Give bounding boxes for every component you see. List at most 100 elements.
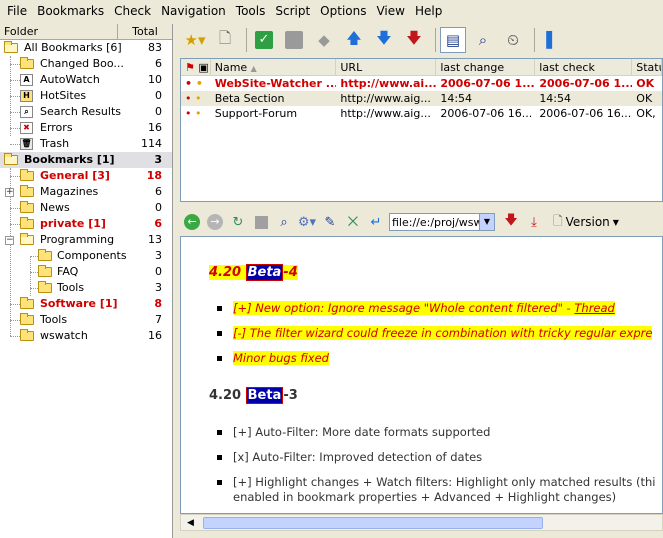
menu-bar: File Bookmarks Check Navigation Tools Sc… [0,0,663,22]
column-total[interactable]: Total [118,24,172,39]
menu-script[interactable]: Script [270,0,315,22]
changed-folder-icon [20,57,34,69]
check-icon[interactable]: ✓ [251,27,277,53]
folder-all-bookmarks[interactable]: All Bookmarks [6] 83 [0,40,172,56]
folder-autowatch[interactable]: A AutoWatch 10 [0,72,172,88]
folder-software[interactable]: Software [1] 8 [0,296,172,312]
list-item: [-] The filter wizard could freeze in co… [217,326,653,340]
folder-private[interactable]: private [1] 6 [0,216,172,232]
column-folder[interactable]: Folder [0,24,118,39]
folder-icon [20,201,34,213]
check-options-icon[interactable]: ◆ [311,27,337,53]
cell-url: http://www.aig... [340,107,431,120]
menu-check[interactable]: Check [109,0,156,22]
edit-icon[interactable]: ✎ [320,212,340,232]
folder-tools[interactable]: Tools 7 [0,312,172,328]
scheduler-icon[interactable]: ⏲ [500,27,526,53]
folder-hotsites[interactable]: H HotSites 0 [0,88,172,104]
arrow-down-icon[interactable]: 🡇 [371,27,397,53]
address-field[interactable]: file://e:/proj/wsw... ▼ [389,213,495,231]
scroll-left-icon[interactable]: ◀ [183,517,198,529]
folder-trash[interactable]: 🗑 Trash 114 [0,136,172,152]
next-change-icon[interactable]: 🡇 [501,212,521,232]
forward-icon[interactable]: → [205,212,225,232]
menu-file[interactable]: File [2,0,32,22]
folder-news[interactable]: News 0 [0,200,172,216]
column-name[interactable]: Name ▲ [211,59,337,75]
version-button[interactable]: 🗋 Version ▼ [553,212,619,233]
folder-icon [20,313,34,325]
table-row[interactable]: • • WebSite-Watcher ... http://www.ai...… [181,76,662,91]
folder-magazines[interactable]: + Magazines 6 [0,184,172,200]
filter-icon[interactable]: ⨉ [343,212,363,232]
column-last-change[interactable]: last change [436,59,536,75]
browser-toolbar: ← → ↻ ⌕ ⚙▾ ✎ ⨉ ↵ file://e:/proj/wsw... ▼… [180,209,663,235]
last-change-icon[interactable]: ⤓ [524,212,544,232]
list-item: [+] New option: Ignore message "Whole co… [217,301,615,315]
table-row[interactable]: • • Support-Forum http://www.aig... 2006… [181,106,662,121]
folder-faq[interactable]: FAQ 0 [0,264,172,280]
menu-options[interactable]: Options [315,0,371,22]
folder-errors[interactable]: ✖ Errors 16 [0,120,172,136]
pane-layout-icon[interactable]: ▌ [539,27,565,53]
stop-icon[interactable] [281,27,307,53]
list-item-continuation: enabled in bookmark properties + Advance… [233,490,617,504]
chevron-down-icon[interactable]: ▼ [479,214,494,230]
row-markers: • • [185,92,202,105]
cell-name: WebSite-Watcher ... [214,77,337,90]
folder-icon [20,297,34,309]
column-flags[interactable]: ⚑ ▣ [181,59,211,75]
cell-last-check: 14:54 [539,92,572,105]
column-status[interactable]: Statu [632,59,662,75]
version-heading-beta3: 4.20 Beta -3 [209,387,298,404]
column-url[interactable]: URL [336,59,437,75]
arrow-down-red-icon[interactable]: 🡇 [401,27,427,53]
document-icon: 🗋 [553,213,563,228]
note-icon: ▣ [198,61,209,74]
folder-bookmarks[interactable]: Bookmarks [1] 3 [0,152,172,168]
menu-view[interactable]: View [371,0,409,22]
toolbar-separator [246,28,247,52]
folder-changed-bookmarks[interactable]: Changed Boo... 6 [0,56,172,72]
cell-last-change: 14:54 [440,92,473,105]
menu-bookmarks[interactable]: Bookmarks [32,0,109,22]
list-item: Minor bugs fixed [217,351,329,365]
expand-icon[interactable]: + [5,188,14,197]
horizontal-scrollbar[interactable]: ◀ [180,514,663,531]
open-external-icon[interactable]: ↵ [366,212,386,232]
folder-wswatch[interactable]: wswatch 16 [0,328,172,344]
thread-link[interactable]: Thread [574,301,614,315]
stop-page-icon[interactable] [251,212,271,232]
new-page-icon[interactable]: 🗋 [212,27,238,53]
menu-navigation[interactable]: Navigation [156,0,231,22]
folder-open-icon [4,41,18,53]
trash-icon: 🗑 [20,138,33,150]
cell-status: OK, [636,107,656,120]
row-markers: • • [185,77,203,90]
folder-components[interactable]: Components 3 [0,248,172,264]
search-page-icon[interactable]: ⌕ [470,27,496,53]
cell-status: OK [636,77,655,90]
cell-url: http://www.ai... [340,77,437,90]
hotsites-icon: H [20,90,33,102]
menu-help[interactable]: Help [410,0,447,22]
new-bookmark-icon[interactable]: ★▾ [182,27,208,53]
arrow-up-icon[interactable]: 🡅 [341,27,367,53]
folder-search-results[interactable]: ⌕ Search Results 0 [0,104,172,120]
folder-programming[interactable]: − Programming 13 [0,232,172,248]
list-view-icon[interactable]: ▤ [440,27,466,53]
folder-icon [20,329,34,341]
back-icon[interactable]: ← [182,212,202,232]
refresh-icon[interactable]: ↻ [228,212,248,232]
table-row[interactable]: • • Beta Section http://www.aig... 14:54… [181,91,662,106]
find-icon[interactable]: ⌕ [274,212,294,232]
menu-tools[interactable]: Tools [231,0,271,22]
column-last-check[interactable]: last check [535,59,633,75]
scrollbar-thumb[interactable] [203,517,543,529]
folder-general[interactable]: General [3] 18 [0,168,172,184]
folder-icon [38,265,52,277]
page-content[interactable]: 4.20 Beta -4 [+] New option: Ignore messa… [180,236,663,514]
settings-icon[interactable]: ⚙▾ [297,212,317,232]
folder-programming-tools[interactable]: Tools 3 [0,280,172,296]
collapse-icon[interactable]: − [5,236,14,245]
